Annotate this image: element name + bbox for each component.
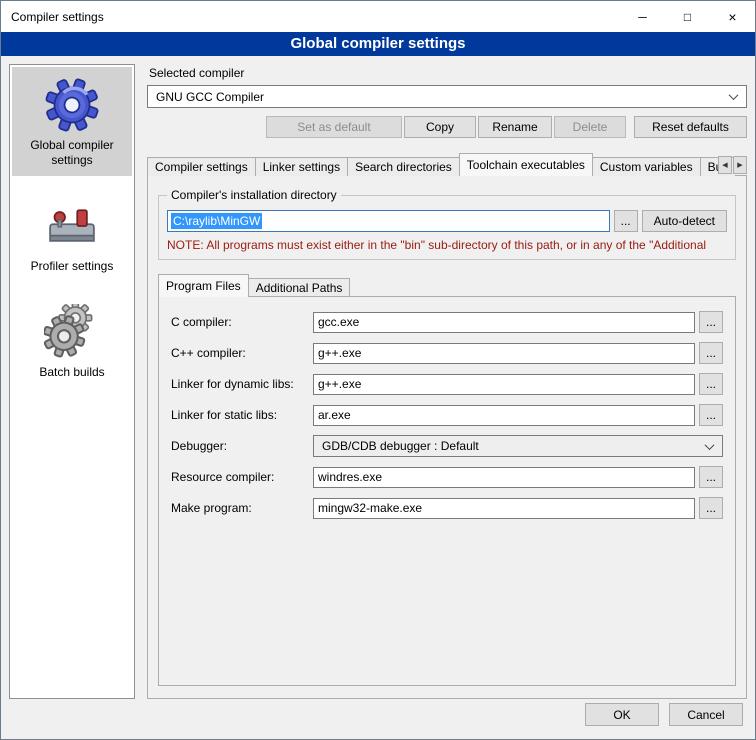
sidebar-item-profiler-settings[interactable]: Profiler settings <box>12 188 132 282</box>
cpp-compiler-input[interactable] <box>313 343 695 364</box>
tab-search-directories[interactable]: Search directories <box>347 157 460 176</box>
rename-button[interactable]: Rename <box>478 116 552 138</box>
make-program-input[interactable] <box>313 498 695 519</box>
compiler-select-value: GNU GCC Compiler <box>156 90 264 104</box>
installation-directory-browse-button[interactable]: ... <box>614 210 638 232</box>
chevron-down-icon <box>729 90 739 100</box>
installation-directory-row: C:\raylib\MinGW ... Auto-detect <box>167 210 727 232</box>
profiler-tool-icon <box>44 198 100 254</box>
tab-linker-settings[interactable]: Linker settings <box>255 157 348 176</box>
compiler-actions: Set as default Copy Rename Delete Reset … <box>147 116 747 138</box>
sidebar-item-label: Global compiler settings <box>14 138 130 168</box>
field-row-cpp-compiler: C++ compiler: ... <box>171 342 723 364</box>
field-label: C++ compiler: <box>171 346 309 360</box>
gray-gears-icon <box>44 304 100 360</box>
field-label: Linker for dynamic libs: <box>171 377 309 391</box>
resource-compiler-input[interactable] <box>313 467 695 488</box>
field-label: Make program: <box>171 501 309 515</box>
browse-button[interactable]: ... <box>699 342 723 364</box>
browse-button[interactable]: ... <box>699 373 723 395</box>
debugger-select[interactable]: GDB/CDB debugger : Default <box>313 435 723 457</box>
maximize-icon[interactable]: □ <box>665 2 710 32</box>
browse-button[interactable]: ... <box>699 497 723 519</box>
tab-scroll-left-icon[interactable]: ◀ <box>718 156 732 174</box>
field-label: Debugger: <box>171 439 309 453</box>
installation-directory-group: Compiler's installation directory C:\ray… <box>158 188 736 260</box>
installation-directory-input[interactable]: C:\raylib\MinGW <box>167 210 610 232</box>
delete-button[interactable]: Delete <box>554 116 626 138</box>
dynamic-linker-input[interactable] <box>313 374 695 395</box>
copy-button[interactable]: Copy <box>404 116 476 138</box>
title-bar[interactable]: Compiler settings ─ □ × <box>1 1 755 32</box>
browse-button[interactable]: ... <box>699 311 723 333</box>
settings-tab-bar: Compiler settings Linker settings Search… <box>147 152 747 176</box>
sidebar-item-batch-builds[interactable]: Batch builds <box>12 294 132 388</box>
compiler-select[interactable]: GNU GCC Compiler <box>147 85 747 108</box>
field-row-static-linker: Linker for static libs: ... <box>171 404 723 426</box>
compiler-settings-window: Compiler settings ─ □ × Global compiler … <box>0 0 756 740</box>
browse-button[interactable]: ... <box>699 404 723 426</box>
browse-button[interactable]: ... <box>699 466 723 488</box>
close-icon[interactable]: × <box>710 2 755 32</box>
ok-button[interactable]: OK <box>585 703 659 726</box>
sidebar-item-global-compiler-settings[interactable]: Global compiler settings <box>12 67 132 176</box>
field-label: C compiler: <box>171 315 309 329</box>
field-row-make-program: Make program: ... <box>171 497 723 519</box>
bin-subdirectory-note: NOTE: All programs must exist either in … <box>167 238 727 252</box>
tab-custom-variables[interactable]: Custom variables <box>592 157 701 176</box>
tab-additional-paths[interactable]: Additional Paths <box>248 278 351 297</box>
set-as-default-button[interactable]: Set as default <box>266 116 402 138</box>
field-row-c-compiler: C compiler: ... <box>171 311 723 333</box>
field-row-dynamic-linker: Linker for dynamic libs: ... <box>171 373 723 395</box>
installation-directory-value: C:\raylib\MinGW <box>171 213 262 229</box>
window-title: Compiler settings <box>1 10 620 24</box>
selected-compiler-label: Selected compiler <box>149 66 747 80</box>
toolchain-executables-panel: Compiler's installation directory C:\ray… <box>147 175 747 699</box>
sidebar-item-label: Batch builds <box>39 365 104 380</box>
installation-directory-legend: Compiler's installation directory <box>167 188 341 202</box>
chevron-down-icon <box>705 440 715 450</box>
dialog-body: Global compiler settings Profiler settin… <box>1 56 755 699</box>
tab-scroll-buttons: ◀ ▶ <box>718 156 747 174</box>
sidebar-item-label: Profiler settings <box>31 259 114 274</box>
field-label: Linker for static libs: <box>171 408 309 422</box>
program-files-panel: C compiler: ... C++ compiler: ... Linker… <box>158 296 736 686</box>
field-row-debugger: Debugger: GDB/CDB debugger : Default <box>171 435 723 457</box>
dialog-header: Global compiler settings <box>1 32 755 56</box>
main-panel: Selected compiler GNU GCC Compiler Set a… <box>147 64 747 699</box>
program-files-tab-bar: Program Files Additional Paths <box>158 273 736 297</box>
c-compiler-input[interactable] <box>313 312 695 333</box>
reset-defaults-button[interactable]: Reset defaults <box>634 116 747 138</box>
blue-gear-icon <box>44 77 100 133</box>
tab-toolchain-executables[interactable]: Toolchain executables <box>459 153 593 176</box>
dialog-footer: OK Cancel <box>1 699 755 739</box>
field-row-resource-compiler: Resource compiler: ... <box>171 466 723 488</box>
static-linker-input[interactable] <box>313 405 695 426</box>
settings-sidebar: Global compiler settings Profiler settin… <box>9 64 135 699</box>
debugger-select-value: GDB/CDB debugger : Default <box>322 439 479 453</box>
tab-compiler-settings[interactable]: Compiler settings <box>147 157 256 176</box>
field-label: Resource compiler: <box>171 470 309 484</box>
cancel-button[interactable]: Cancel <box>669 703 743 726</box>
minimize-icon[interactable]: ─ <box>620 2 665 32</box>
auto-detect-button[interactable]: Auto-detect <box>642 210 727 232</box>
tab-scroll-right-icon[interactable]: ▶ <box>733 156 747 174</box>
tab-program-files[interactable]: Program Files <box>158 274 249 297</box>
